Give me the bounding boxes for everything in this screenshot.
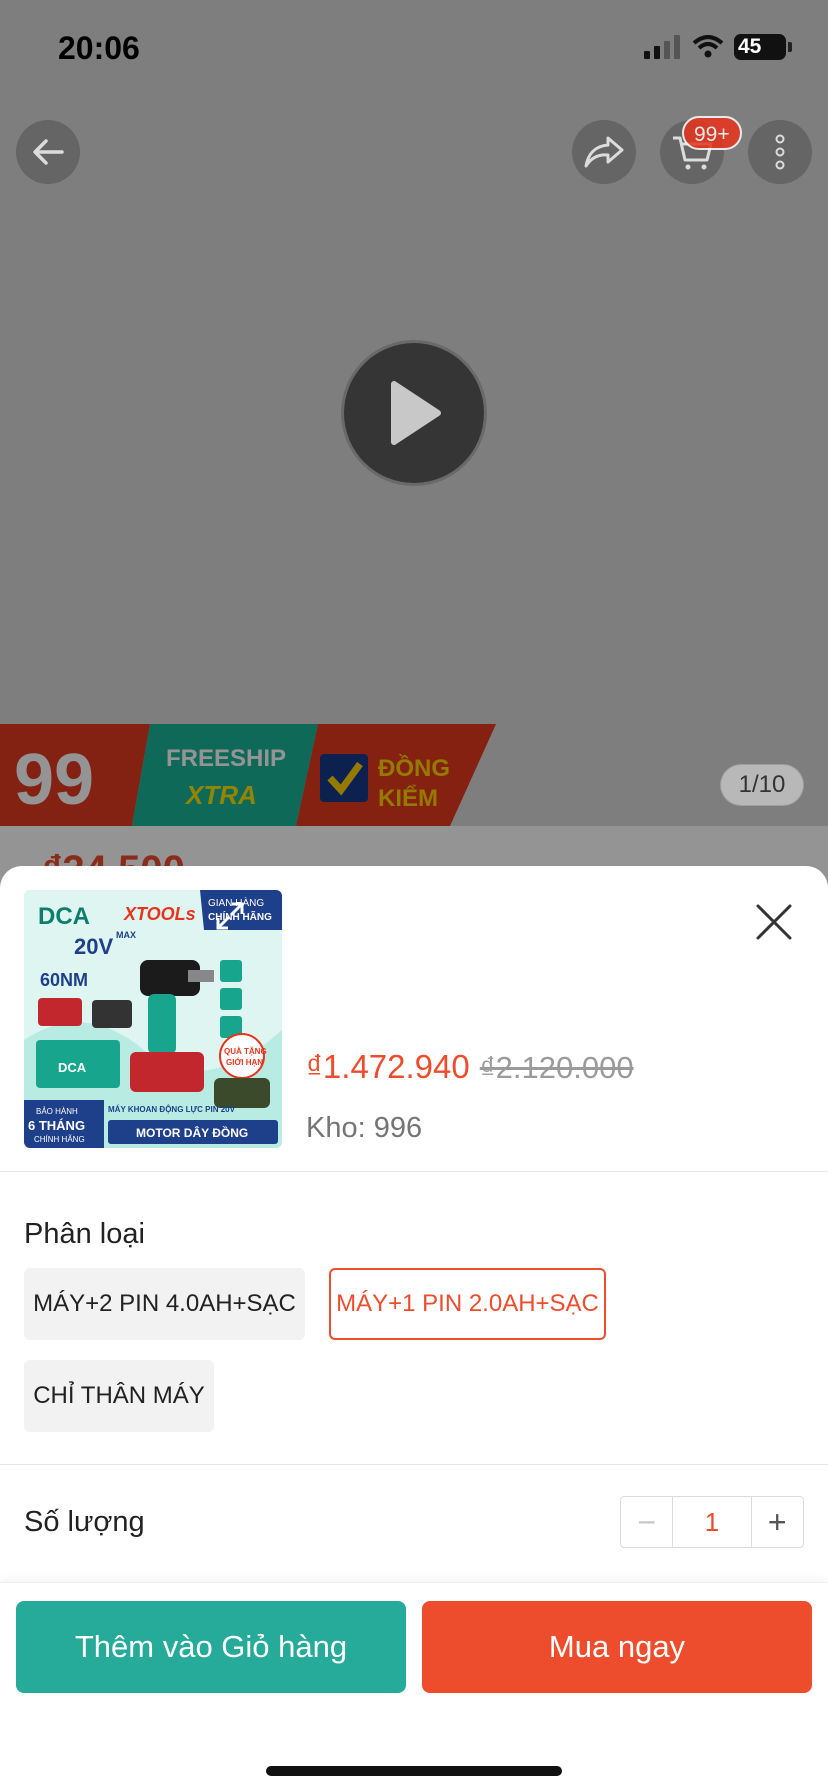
share-icon [584, 136, 624, 168]
price-row: ₫1.472.940 ₫2.120.000 [306, 1048, 634, 1086]
battery-level-text: 45 [738, 35, 762, 58]
battery-icon: 45 [734, 34, 786, 60]
thumb-warranty-3: CHÍNH HÃNG [34, 1135, 85, 1144]
thumb-brand2: XTOOLs [123, 904, 196, 924]
share-button[interactable] [572, 120, 636, 184]
status-icons: 45 [644, 34, 792, 60]
status-bar: 20:06 45 [0, 0, 828, 100]
back-button[interactable] [16, 120, 80, 184]
thumb-voltage: 20V [74, 934, 113, 959]
thumb-gift-1: QUÀ TẶNG [224, 1047, 267, 1056]
thumb-torque: 60NM [40, 970, 88, 990]
thumb-voltage-max: MAX [116, 930, 136, 940]
quantity-decrease-button[interactable]: − [621, 1497, 672, 1547]
stock-count: Kho: 996 [306, 1112, 423, 1144]
quantity-increase-button[interactable]: + [752, 1497, 803, 1547]
cellular-signal-icon [644, 35, 680, 59]
close-icon [756, 904, 792, 940]
media-counter: 1/10 [720, 764, 804, 806]
expand-image-button[interactable] [210, 896, 250, 936]
price-original: ₫2.120.000 [479, 1050, 634, 1085]
thumb-warranty-1: BẢO HÀNH [36, 1107, 78, 1116]
buy-now-button[interactable]: Mua ngay [422, 1601, 812, 1693]
back-arrow-icon [33, 139, 64, 165]
thumb-motor: MOTOR DÂY ĐỒNG [136, 1125, 248, 1140]
wifi-icon [692, 35, 724, 58]
variant-bottom-sheet: DCA XTOOLs GIAN HÀNG CHÍNH HÃNG 20V MAX … [0, 866, 828, 1792]
more-options-button[interactable] [748, 120, 812, 184]
thumb-product-line: MÁY KHOAN ĐỘNG LỰC PIN 20V [108, 1105, 236, 1114]
quantity-value[interactable]: 1 [672, 1497, 752, 1547]
thumb-gift-2: GIỚI HẠN [226, 1058, 263, 1067]
thumb-brand: DCA [38, 903, 90, 930]
play-icon [391, 381, 441, 445]
divider [0, 1464, 828, 1465]
cart-count-badge: 99+ [682, 116, 742, 150]
quantity-stepper: − 1 + [620, 1496, 804, 1548]
variant-option-1-battery[interactable]: MÁY+1 PIN 2.0AH+SẠC [329, 1268, 606, 1340]
status-time: 20:06 [58, 30, 140, 66]
quantity-title: Số lượng [24, 1506, 145, 1538]
thumb-warranty-2: 6 THÁNG [28, 1118, 85, 1133]
variant-option-body-only[interactable]: CHỈ THÂN MÁY [24, 1360, 214, 1432]
home-indicator [266, 1766, 562, 1776]
price-current: ₫1.472.940 [306, 1048, 470, 1085]
expand-icon [216, 902, 244, 930]
bottom-action-bar: Thêm vào Giỏ hàng Mua ngay [0, 1582, 828, 1792]
classification-title: Phân loại [24, 1218, 145, 1250]
more-vertical-icon [775, 134, 785, 170]
variant-option-2-batteries[interactable]: MÁY+2 PIN 4.0AH+SẠC [24, 1268, 305, 1340]
close-sheet-button[interactable] [748, 896, 800, 948]
divider [0, 1171, 828, 1172]
play-video-button[interactable] [341, 340, 487, 486]
svg-text:DCA: DCA [58, 1060, 87, 1075]
add-to-cart-button[interactable]: Thêm vào Giỏ hàng [16, 1601, 406, 1693]
